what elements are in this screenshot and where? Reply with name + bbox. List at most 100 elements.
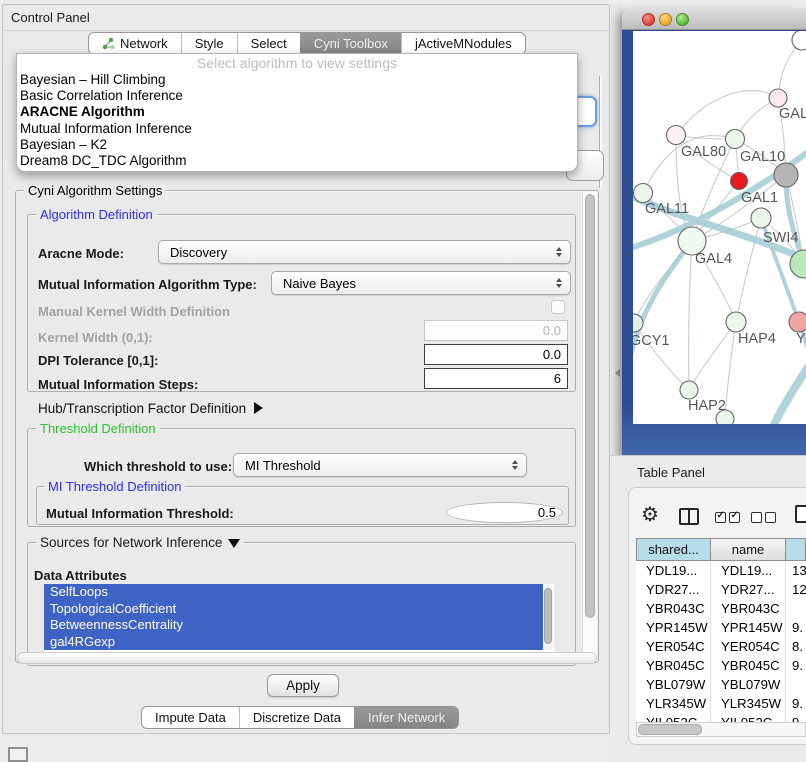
table-row[interactable]: YLR345WYLR345W9. bbox=[636, 694, 806, 713]
list-item[interactable]: TopologicalCoefficient bbox=[44, 601, 543, 618]
table-cell: YIL052C bbox=[711, 713, 786, 722]
dropdown-item-bayesian-hill-climbing[interactable]: Bayesian – Hill Climbing bbox=[17, 72, 577, 88]
network-view-window[interactable]: GALGAL80GAL10GAL1GAL11SWI4GAL4GCY1HAP4YH… bbox=[622, 8, 806, 455]
which-threshold-combobox[interactable]: MI Threshold bbox=[233, 453, 527, 477]
node-label: Y bbox=[796, 331, 806, 347]
table-cell: YLR345W bbox=[711, 694, 786, 713]
aracne-mode-label: Aracne Mode: bbox=[38, 246, 124, 261]
settings-scrollbar-thumb[interactable] bbox=[585, 194, 595, 618]
network-node-gal[interactable] bbox=[769, 89, 787, 107]
table-cell: YBR043C bbox=[711, 599, 786, 618]
network-graph: GALGAL80GAL10GAL1GAL11SWI4GAL4GCY1HAP4YH… bbox=[633, 31, 806, 424]
data-attributes-list[interactable]: SelfLoopsTopologicalCoefficientBetweenne… bbox=[44, 584, 554, 652]
network-node-gal1[interactable] bbox=[731, 173, 748, 190]
node-label: GAL1 bbox=[741, 190, 778, 206]
table-cell bbox=[786, 675, 806, 694]
mi-threshold-field[interactable]: 0.5 bbox=[446, 502, 563, 523]
table-cell: YIL052C bbox=[636, 713, 711, 722]
table-row[interactable]: YIL052CYIL052C9. bbox=[636, 713, 806, 722]
list-item[interactable]: gal4RGexp bbox=[44, 634, 543, 651]
splitter-collapse-icon[interactable] bbox=[615, 369, 620, 377]
dropdown-item-mutual-information-inference[interactable]: Mutual Information Inference bbox=[17, 121, 577, 137]
node-label: HAP2 bbox=[688, 398, 726, 414]
table-row[interactable]: YBR045CYBR045C9. bbox=[636, 656, 806, 675]
close-traffic-light-icon[interactable] bbox=[642, 13, 655, 26]
table-horizontal-scrollbar-thumb[interactable] bbox=[638, 724, 702, 735]
dropdown-item-aracne-algorithm[interactable]: ARACNE Algorithm bbox=[17, 104, 577, 120]
network-node[interactable] bbox=[792, 31, 806, 50]
table-cell: YER054C bbox=[711, 637, 786, 656]
tab-select[interactable]: Select bbox=[237, 33, 300, 54]
aracne-mode-combobox[interactable]: Discovery bbox=[158, 240, 571, 264]
table-cell: YDL19... bbox=[711, 561, 786, 580]
tab-impute-data[interactable]: Impute Data bbox=[142, 707, 239, 728]
minimize-traffic-light-icon[interactable] bbox=[659, 13, 672, 26]
network-node-hap2[interactable] bbox=[680, 381, 698, 399]
tab-label: Select bbox=[251, 36, 287, 51]
node-label: SWI4 bbox=[763, 230, 798, 246]
attributes-scrollbar-thumb[interactable] bbox=[544, 588, 552, 644]
tab-network[interactable]: Network bbox=[89, 33, 181, 54]
network-node-swi4[interactable] bbox=[751, 208, 771, 228]
network-thick-edges bbox=[633, 149, 806, 424]
node-label: GCY1 bbox=[633, 333, 670, 349]
network-node[interactable] bbox=[774, 163, 798, 187]
dropdown-item-bayesian-k2[interactable]: Bayesian – K2 bbox=[17, 137, 577, 153]
table-cell: YLR345W bbox=[636, 694, 711, 713]
tab-cyni-toolbox[interactable]: Cyni Toolbox bbox=[300, 33, 401, 54]
tab-infer-network[interactable]: Infer Network bbox=[354, 707, 458, 728]
manual-kernel-checkbox[interactable] bbox=[551, 300, 565, 314]
cyni-settings-legend: Cyni Algorithm Settings bbox=[24, 183, 166, 198]
network-node-y[interactable] bbox=[789, 312, 806, 332]
hub-definition-toggle[interactable]: Hub/Transcription Factor Definition bbox=[38, 401, 263, 416]
checked-pair-icon[interactable] bbox=[715, 512, 740, 523]
tab-style[interactable]: Style bbox=[181, 33, 237, 54]
control-panel-titlebar: Control Panel bbox=[2, 4, 610, 31]
zoom-traffic-light-icon[interactable] bbox=[676, 13, 689, 26]
dropdown-item-basic-correlation-inference[interactable]: Basic Correlation Inference bbox=[17, 88, 577, 104]
mi-steps-field[interactable]: 6 bbox=[424, 368, 568, 389]
node-label: GAL80 bbox=[681, 144, 726, 160]
tab-label: Discretize Data bbox=[253, 710, 341, 725]
dpi-tolerance-field[interactable]: 0.0 bbox=[424, 344, 568, 365]
mi-type-combobox[interactable]: Naive Bayes bbox=[271, 271, 571, 295]
table-row[interactable]: YBL079WYBL079W bbox=[636, 675, 806, 694]
network-node-gal80[interactable] bbox=[667, 126, 686, 145]
dropdown-item-dream8-dc-tdc-algorithm[interactable]: Dream8 DC_TDC Algorithm bbox=[17, 153, 577, 169]
aracne-mode-value: Discovery bbox=[170, 245, 227, 260]
list-item[interactable]: BetweennessCentrality bbox=[44, 617, 543, 634]
stepper-arrows-icon bbox=[552, 278, 566, 288]
minimized-panel-icon[interactable] bbox=[8, 747, 28, 762]
table-rows: YDL19...YDL19...13YDR27...YDR27...12YBR0… bbox=[636, 561, 806, 722]
unchecked-pair-icon[interactable] bbox=[751, 512, 776, 523]
table-row[interactable]: YDR27...YDR27...12 bbox=[636, 580, 806, 599]
page-icon[interactable] bbox=[795, 505, 806, 523]
collapsed-arrow-icon bbox=[254, 402, 263, 414]
table-row[interactable]: YBR043CYBR043C bbox=[636, 599, 806, 618]
table-row[interactable]: YER054CYER054C8. bbox=[636, 637, 806, 656]
network-node-hap4[interactable] bbox=[726, 312, 746, 332]
table-cell: 9. bbox=[786, 656, 806, 675]
settings-horizontal-scrollbar[interactable] bbox=[17, 652, 597, 664]
column-header[interactable]: name bbox=[711, 538, 786, 561]
network-canvas[interactable]: GALGAL80GAL10GAL1GAL11SWI4GAL4GCY1HAP4YH… bbox=[633, 31, 806, 424]
column-header[interactable] bbox=[786, 538, 806, 561]
network-node-gal10[interactable] bbox=[726, 130, 745, 149]
network-node-gal11[interactable] bbox=[634, 184, 653, 203]
tab-discretize-data[interactable]: Discretize Data bbox=[239, 707, 354, 728]
kernel-width-field[interactable]: 0.0 bbox=[424, 320, 568, 341]
network-window-titlebar[interactable] bbox=[622, 8, 806, 30]
apply-button[interactable]: Apply bbox=[267, 674, 339, 697]
table-cell: YDR27... bbox=[711, 580, 786, 599]
table-header-row: shared...name bbox=[636, 538, 806, 561]
kernel-width-label: Kernel Width (0,1): bbox=[38, 330, 153, 345]
column-header[interactable]: shared... bbox=[636, 538, 711, 561]
gear-icon[interactable]: ⚙ bbox=[641, 505, 659, 525]
table-row[interactable]: YDL19...YDL19...13 bbox=[636, 561, 806, 580]
table-row[interactable]: YPR145WYPR145W9. bbox=[636, 618, 806, 637]
list-item[interactable]: SelfLoops bbox=[44, 584, 543, 601]
sources-legend-toggle[interactable]: Sources for Network Inference bbox=[36, 535, 244, 550]
columns-icon[interactable] bbox=[679, 508, 699, 525]
tab-jactivemnodules[interactable]: jActiveMNodules bbox=[401, 33, 525, 54]
settings-scrollbar[interactable] bbox=[582, 192, 597, 661]
